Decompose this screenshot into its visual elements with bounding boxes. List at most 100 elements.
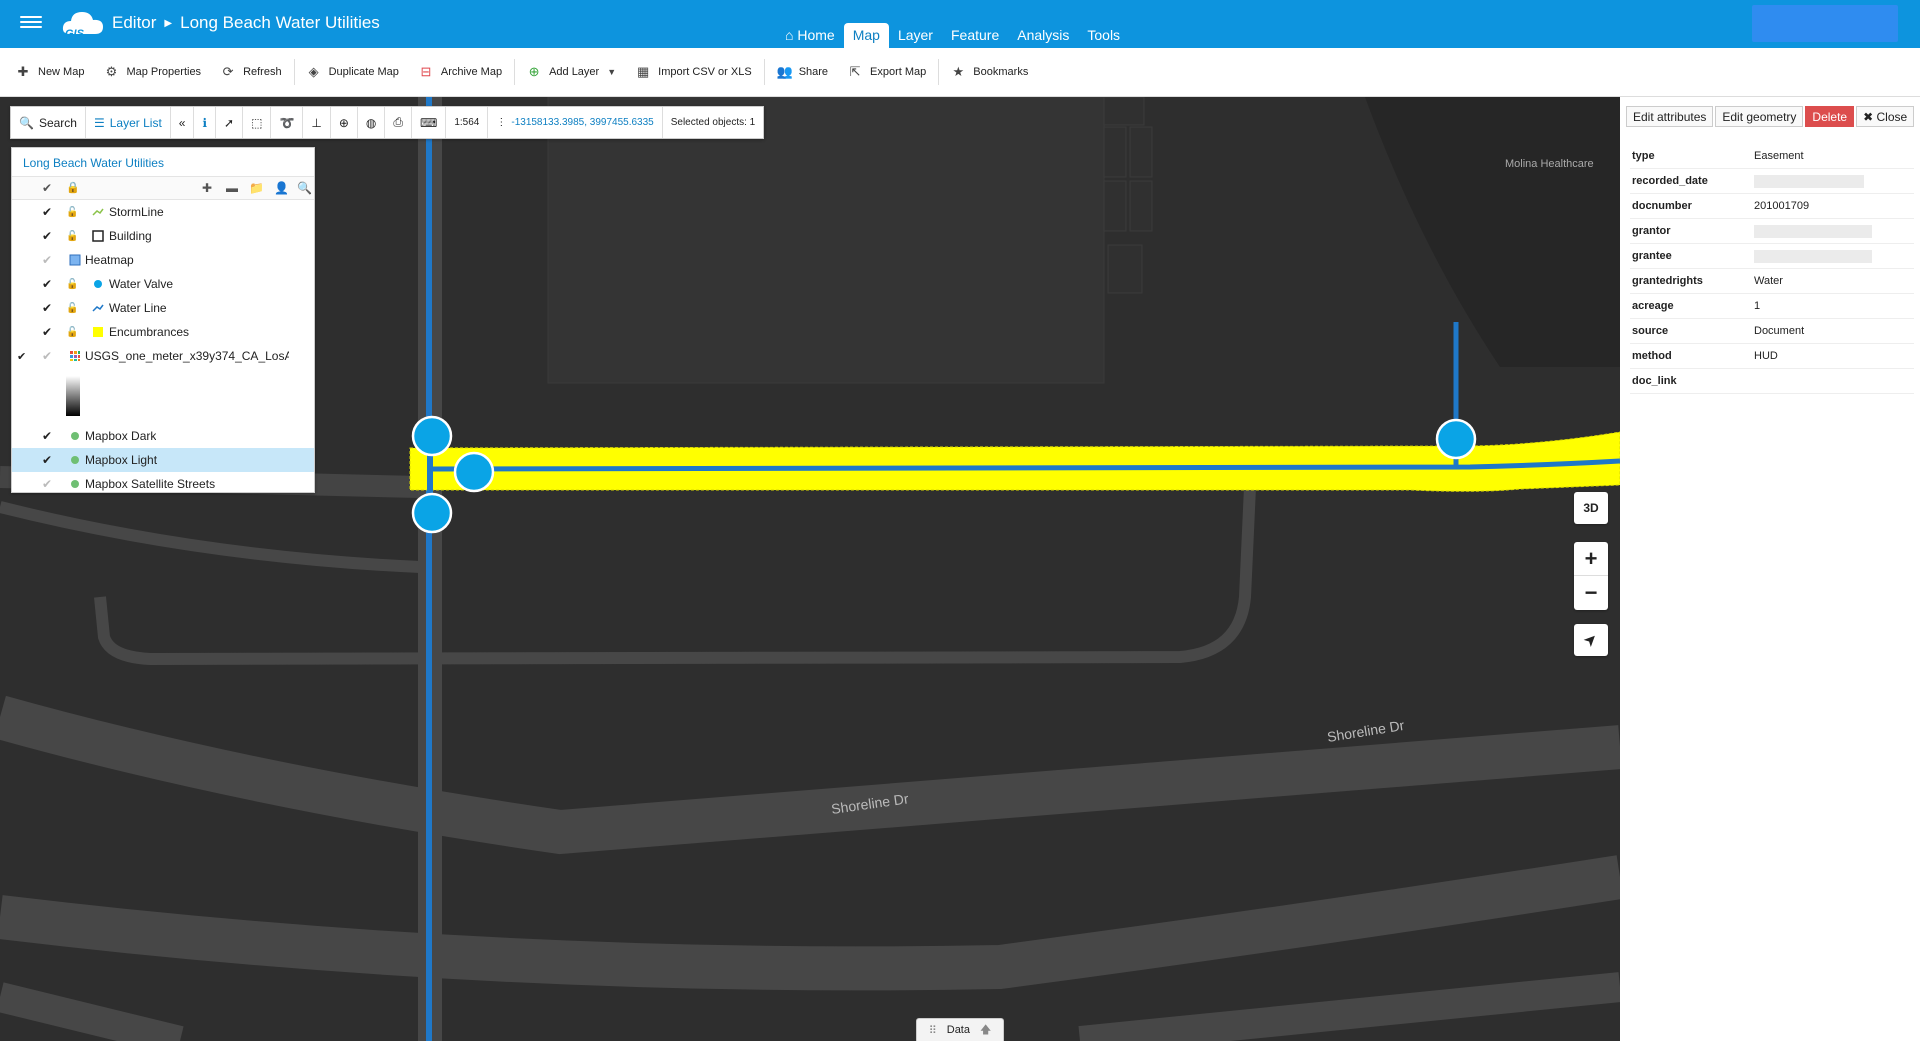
bookmarks-button[interactable]: ★ Bookmarks xyxy=(941,64,1038,80)
unlock-icon[interactable]: 🔓 xyxy=(66,207,78,218)
check-icon[interactable]: ✔ xyxy=(42,253,52,267)
tab-map[interactable]: Map xyxy=(843,23,889,48)
zoom-layer-icon[interactable]: 🔍 xyxy=(297,181,312,195)
check-icon[interactable]: ✔ xyxy=(42,453,52,467)
check-icon[interactable]: ✔ xyxy=(42,301,52,315)
check-icon[interactable]: ✔ xyxy=(42,277,52,291)
check-icon[interactable]: ✔ xyxy=(42,477,52,491)
square-yellow-icon xyxy=(92,326,104,338)
import-csv-button[interactable]: ▦ Import CSV or XLS xyxy=(626,64,762,80)
lasso-button[interactable]: ➰ xyxy=(271,107,304,138)
edit-geometry-button[interactable]: Edit geometry xyxy=(1715,106,1804,127)
unlock-icon[interactable]: 🔓 xyxy=(66,231,78,242)
delete-button[interactable]: Delete xyxy=(1805,106,1855,127)
check-icon[interactable]: ✔ xyxy=(42,229,52,243)
unlock-icon[interactable]: 🔓 xyxy=(66,303,78,314)
layer-item-water-line[interactable]: ✔ 🔓 Water Line xyxy=(12,296,314,320)
globe-button[interactable]: ◍ xyxy=(358,107,386,138)
collapse-button[interactable]: « xyxy=(171,107,195,138)
tab-home[interactable]: ⌂ Home xyxy=(776,23,844,48)
breadcrumb-app[interactable]: Editor xyxy=(112,13,156,33)
keyboard-button[interactable]: ⌨ xyxy=(412,107,447,138)
user-icon[interactable]: 👤 xyxy=(274,181,289,195)
menu-icon[interactable] xyxy=(20,13,42,31)
check-icon[interactable]: ✔ xyxy=(42,349,52,363)
lock-icon[interactable]: 🔒 xyxy=(66,181,80,194)
export-map-button[interactable]: ⇱ Export Map xyxy=(838,64,936,80)
user-menu-button[interactable] xyxy=(1752,5,1898,42)
layer-item-heatmap[interactable]: ✔ Heatmap xyxy=(12,248,314,272)
layer-item-mapbox-satellite[interactable]: ✔ Mapbox Satellite Streets xyxy=(12,472,314,496)
check-icon[interactable]: ✔ xyxy=(42,325,52,339)
measure-button[interactable]: ⊥ xyxy=(303,107,331,138)
check-all-icon[interactable]: ✔ xyxy=(42,181,52,195)
plus-icon[interactable]: ✚ xyxy=(202,181,212,195)
box-select-icon: ⬚ xyxy=(251,115,263,130)
check-icon[interactable]: ✔ xyxy=(42,429,52,443)
layer-list-button[interactable]: ☰ Layer List xyxy=(86,107,171,138)
grid-icon: ⠿ xyxy=(928,1024,937,1037)
folder-icon[interactable]: 📁 xyxy=(249,181,264,195)
unlock-icon[interactable]: 🔓 xyxy=(66,327,78,338)
svg-text:GIS: GIS xyxy=(65,28,85,40)
breadcrumb-project[interactable]: Long Beach Water Utilities xyxy=(180,13,380,33)
layer-item-mapbox-dark[interactable]: ✔ Mapbox Dark xyxy=(12,424,314,448)
point-blue-icon xyxy=(92,278,104,290)
breadcrumb: Editor ▶ Long Beach Water Utilities xyxy=(112,13,380,33)
caret-down-icon: ▼ xyxy=(607,67,617,77)
layer-item-water-valve[interactable]: ✔ 🔓 Water Valve xyxy=(12,272,314,296)
zoom-button[interactable]: ⊕ xyxy=(331,107,358,138)
layer-item-stormline[interactable]: ✔ 🔓 StormLine xyxy=(12,200,314,224)
layer-item-building[interactable]: ✔ 🔓 Building xyxy=(12,224,314,248)
basemap-icon xyxy=(69,478,81,490)
edit-attributes-button[interactable]: Edit attributes xyxy=(1626,106,1714,127)
navigation-arrow-icon: ➤ xyxy=(1580,629,1603,652)
tab-analysis[interactable]: Analysis xyxy=(1008,23,1078,48)
archive-map-button[interactable]: ⊟ Archive Map xyxy=(409,64,512,80)
print-icon: ⎙ xyxy=(393,115,403,129)
layer-name: Building xyxy=(109,229,152,243)
unlock-icon[interactable]: 🔓 xyxy=(66,279,78,290)
select-button[interactable]: ➚ xyxy=(216,107,244,138)
line-green-icon xyxy=(92,206,104,218)
box-select-button[interactable]: ⬚ xyxy=(243,107,272,138)
layer-item-encumbrances[interactable]: ✔ 🔓 Encumbrances xyxy=(12,320,314,344)
table-icon: ▦ xyxy=(636,64,650,79)
search-icon: 🔍 xyxy=(19,115,34,130)
new-map-button[interactable]: ✚ New Map xyxy=(6,64,94,80)
minus-icon[interactable]: ▬ xyxy=(226,181,238,195)
export-icon: ⇱ xyxy=(849,64,861,79)
attribute-table: type Easement recorded_date docnumber 2010… xyxy=(1630,144,1914,394)
tab-tools[interactable]: Tools xyxy=(1078,23,1129,48)
search-button[interactable]: 🔍 Search xyxy=(11,107,86,138)
locate-button[interactable]: ➤ xyxy=(1574,624,1608,656)
zoom-out-button[interactable]: − xyxy=(1574,576,1608,610)
zoom-in-button[interactable]: + xyxy=(1574,542,1608,576)
layers-icon: ◈ xyxy=(308,64,319,79)
layer-name: Mapbox Light xyxy=(85,453,158,467)
star-icon: ★ xyxy=(952,64,965,79)
layer-item-mapbox-light[interactable]: ✔ Mapbox Light xyxy=(12,448,314,472)
tab-feature[interactable]: Feature xyxy=(942,23,1008,48)
map-toolbar: ✚ New Map ⚙ Map Properties ⟳ Refresh ◈ Dupli… xyxy=(0,48,1920,97)
chevron-down-icon[interactable]: ✔ xyxy=(17,350,26,363)
print-button[interactable]: ⎙ xyxy=(385,107,412,138)
data-panel-tab[interactable]: ⠿ Data 🡅 xyxy=(916,1018,1004,1041)
scale-readout: 1:564 xyxy=(446,107,489,138)
check-icon[interactable]: ✔ xyxy=(42,205,52,219)
3d-toggle-button[interactable]: 3D xyxy=(1574,492,1608,524)
layer-item-usgs-raster[interactable]: ✔ ✔ USGS_one_meter_x39y374_CA_LosAngel xyxy=(12,344,314,368)
share-button[interactable]: 👥 Share xyxy=(767,64,838,80)
refresh-button[interactable]: ⟳ Refresh xyxy=(211,64,292,80)
layer-panel-title[interactable]: Long Beach Water Utilities xyxy=(23,156,164,170)
layer-name: Encumbrances xyxy=(109,325,190,339)
close-button[interactable]: ✖ Close xyxy=(1856,106,1915,127)
add-layer-button[interactable]: ⊕ Add Layer ▼ xyxy=(517,64,626,80)
duplicate-map-button[interactable]: ◈ Duplicate Map xyxy=(297,64,409,80)
zoom-in-icon: ⊕ xyxy=(338,115,349,130)
more-vertical-icon[interactable]: ⋮ xyxy=(496,117,506,128)
tab-layer[interactable]: Layer xyxy=(889,23,942,48)
map-properties-button[interactable]: ⚙ Map Properties xyxy=(94,64,211,80)
gis-cloud-logo: GIS xyxy=(62,12,103,40)
identify-button[interactable]: ℹ xyxy=(194,107,217,138)
